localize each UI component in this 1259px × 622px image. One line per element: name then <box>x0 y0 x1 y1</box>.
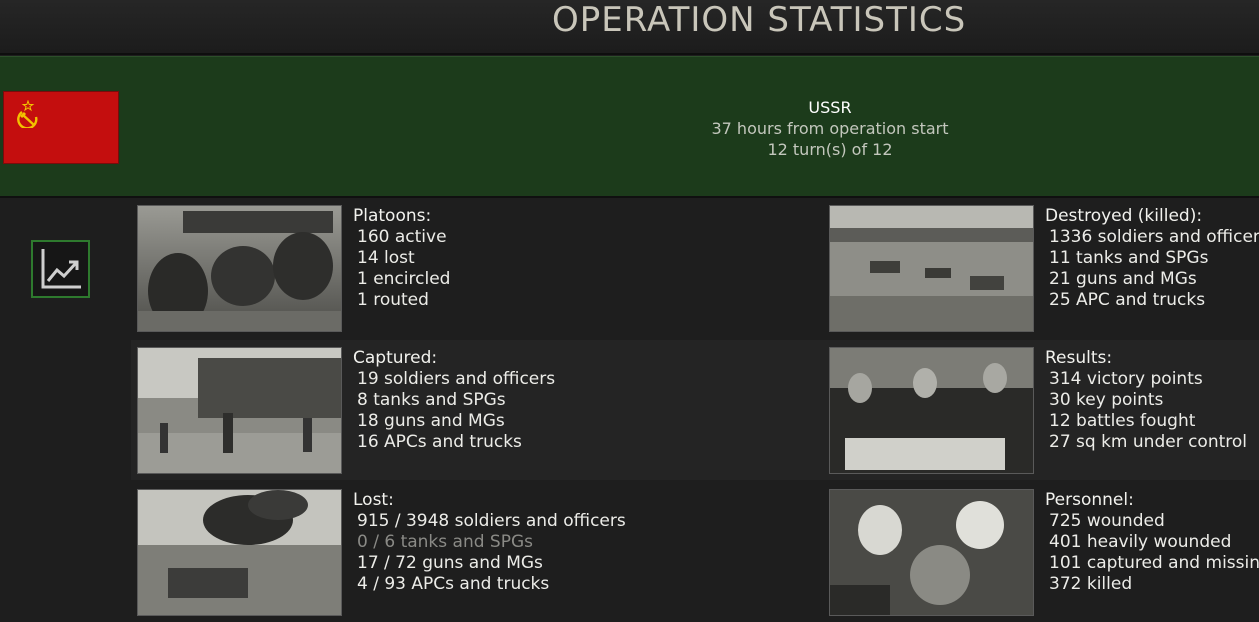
platoons-active: 160 active <box>357 227 447 247</box>
destroyed-photo <box>829 205 1034 332</box>
results-territory: 27 sq km under control <box>1049 432 1248 452</box>
statistics-chart-button[interactable] <box>31 240 90 298</box>
captured-guns: 18 guns and MGs <box>357 411 505 431</box>
platoons-routed: 1 routed <box>357 290 429 310</box>
personnel-wounded: 725 wounded <box>1049 511 1165 531</box>
lost-guns: 17 / 72 guns and MGs <box>357 553 543 573</box>
destroyed-panel: Destroyed (killed): 1336 soldiers and of… <box>1045 206 1259 311</box>
nation-name: USSR <box>808 98 852 117</box>
lost-tanks: 0 / 6 tanks and SPGs <box>357 532 533 552</box>
results-photo <box>829 347 1034 474</box>
turn-counter: 12 turn(s) of 12 <box>767 140 893 159</box>
line-chart-icon <box>41 249 81 289</box>
results-panel: Results: 314 victory points 30 key point… <box>1045 348 1247 453</box>
results-victory-points: 314 victory points <box>1049 369 1203 389</box>
hammer-sickle-icon <box>17 100 38 128</box>
personnel-header: Personnel: <box>1045 490 1134 510</box>
captured-apc: 16 APCs and trucks <box>357 432 522 452</box>
results-key-points: 30 key points <box>1049 390 1164 410</box>
ussr-flag <box>3 91 119 164</box>
captured-tanks: 8 tanks and SPGs <box>357 390 506 410</box>
lost-photo <box>137 489 342 616</box>
captured-photo <box>137 347 342 474</box>
personnel-photo <box>829 489 1034 616</box>
platoons-lost: 14 lost <box>357 248 415 268</box>
results-battles: 12 battles fought <box>1049 411 1196 431</box>
captured-soldiers: 19 soldiers and officers <box>357 369 556 389</box>
page-title: OPERATION STATISTICS <box>552 0 967 40</box>
personnel-killed: 372 killed <box>1049 574 1133 594</box>
operation-time: 37 hours from operation start <box>711 119 949 138</box>
banner-info: USSR 37 hours from operation start 12 tu… <box>600 97 1060 160</box>
captured-header: Captured: <box>353 348 438 368</box>
personnel-panel: Personnel: 725 wounded 401 heavily wound… <box>1045 490 1259 595</box>
platoons-panel: Platoons: 160 active 14 lost 1 encircled… <box>353 206 450 311</box>
destroyed-soldiers: 1336 soldiers and officers <box>1049 227 1259 247</box>
personnel-heavily-wounded: 401 heavily wounded <box>1049 532 1232 552</box>
destroyed-apc: 25 APC and trucks <box>1049 290 1206 310</box>
platoons-encircled: 1 encircled <box>357 269 451 289</box>
captured-panel: Captured: 19 soldiers and officers 8 tan… <box>353 348 555 453</box>
lost-header: Lost: <box>353 490 394 510</box>
destroyed-guns: 21 guns and MGs <box>1049 269 1197 289</box>
personnel-captured-missing: 101 captured and missing <box>1049 553 1259 573</box>
faction-banner: USSR 37 hours from operation start 12 tu… <box>0 56 1259 198</box>
lost-soldiers: 915 / 3948 soldiers and officers <box>357 511 626 531</box>
platoons-photo <box>137 205 342 332</box>
title-bar: OPERATION STATISTICS <box>0 0 1259 55</box>
results-header: Results: <box>1045 348 1113 368</box>
destroyed-header: Destroyed (killed): <box>1045 206 1203 226</box>
platoons-header: Platoons: <box>353 206 432 226</box>
lost-apc: 4 / 93 APCs and trucks <box>357 574 550 594</box>
lost-panel: Lost: 915 / 3948 soldiers and officers 0… <box>353 490 626 595</box>
destroyed-tanks: 11 tanks and SPGs <box>1049 248 1209 268</box>
